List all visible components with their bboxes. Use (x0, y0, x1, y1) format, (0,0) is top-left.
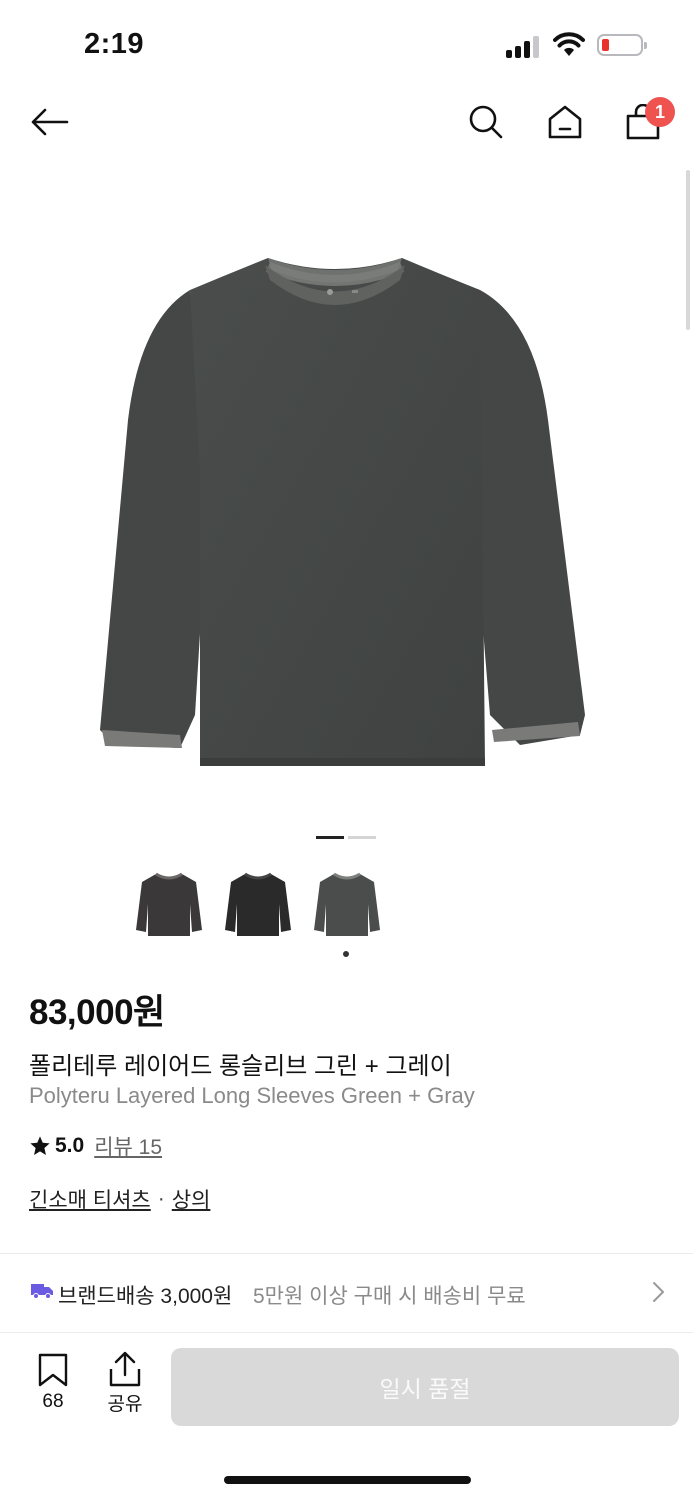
product-image (100, 258, 585, 766)
share-icon (109, 1351, 141, 1387)
chevron-right-icon (653, 1282, 664, 1302)
cart-count-badge: 1 (645, 97, 675, 127)
category-link-tops[interactable]: 상의 (172, 1184, 211, 1214)
shipping-free-note: 5만원 이상 구매 시 배송비 무료 (253, 1285, 526, 1308)
battery-icon (597, 34, 647, 56)
soldout-button[interactable]: 일시 품절 (171, 1348, 679, 1426)
pager-dot-active (316, 836, 344, 839)
category-separator: · (157, 1187, 165, 1210)
arrow-left-icon (31, 108, 69, 136)
bookmark-icon (38, 1353, 68, 1387)
image-pager (316, 836, 376, 839)
cellular-signal-icon (506, 34, 542, 58)
color-option-green-gray[interactable] (312, 868, 382, 940)
bottom-action-bar: 68 공유 일시 품절 (0, 1332, 693, 1500)
shipping-label: 브랜드배송 3,000원 (58, 1285, 233, 1308)
status-bar: 2:19 (0, 0, 693, 90)
search-button[interactable] (464, 100, 508, 144)
back-button[interactable] (27, 100, 71, 144)
delivery-truck-icon (31, 1284, 53, 1299)
color-options (134, 868, 384, 940)
color-option-charcoal-gray[interactable] (134, 868, 204, 940)
product-name-english: Polyteru Layered Long Sleeves Green + Gr… (29, 1083, 475, 1108)
color-option-black[interactable] (223, 868, 293, 940)
bookmark-button[interactable]: 68 (30, 1353, 76, 1419)
product-name-korean: 폴리테루 레이어드 롱슬리브 그린 + 그레이 (29, 1053, 452, 1080)
category-link-long-sleeve-tshirts[interactable]: 긴소매 티셔츠 (29, 1184, 151, 1214)
product-image-gallery[interactable] (0, 170, 693, 820)
divider (0, 1253, 693, 1254)
product-price: 83,000원 (29, 993, 165, 1032)
share-label: 공유 (107, 1394, 143, 1415)
star-icon (30, 1136, 50, 1155)
top-navigation (0, 90, 693, 160)
rating-score: 5.0 (55, 1134, 85, 1157)
wifi-icon (553, 32, 585, 56)
share-button[interactable]: 공유 (100, 1351, 150, 1419)
home-indicator (224, 1476, 471, 1484)
product-rating: 5.0 리뷰 15 (29, 1131, 162, 1161)
selected-color-indicator (343, 951, 349, 957)
status-time: 2:19 (84, 28, 145, 60)
home-icon (548, 105, 582, 139)
scroll-indicator (686, 170, 690, 330)
category-breadcrumb: 긴소매 티셔츠 · 상의 (29, 1184, 210, 1214)
pager-dot (348, 836, 376, 839)
shipping-info-row[interactable]: 브랜드배송 3,000원 5만원 이상 구매 시 배송비 무료 (0, 1256, 693, 1328)
search-icon (469, 105, 503, 139)
home-button[interactable] (543, 100, 587, 144)
bookmark-count: 68 (42, 1391, 64, 1412)
reviews-link[interactable]: 리뷰 15 (94, 1131, 162, 1161)
